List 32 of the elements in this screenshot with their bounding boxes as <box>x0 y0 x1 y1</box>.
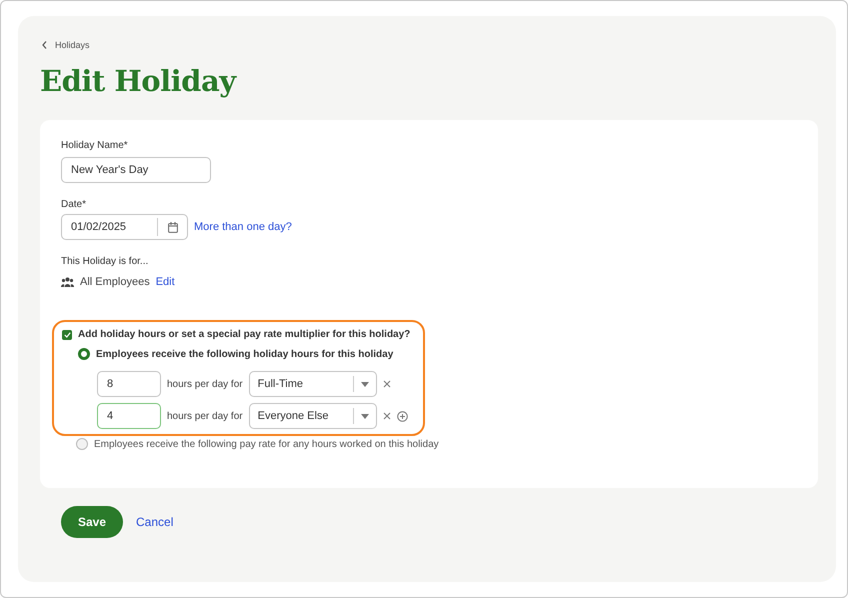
radio-button[interactable] <box>78 348 90 360</box>
remove-icon[interactable] <box>382 412 391 420</box>
field-label: This Holiday is for... <box>61 256 150 267</box>
hours-field[interactable]: 8 <box>97 371 161 397</box>
save-button[interactable]: Save <box>61 506 123 538</box>
people-icon <box>61 277 74 287</box>
radio-label: Employees receive the following holiday hours for this holiday <box>96 348 394 360</box>
group-select[interactable]: Everyone Else <box>248 403 377 429</box>
back-icon <box>42 41 47 49</box>
name-field[interactable]: New Year's Day <box>61 157 211 183</box>
caret-icon <box>360 382 369 386</box>
group-select[interactable]: Full-Time <box>248 371 377 397</box>
calendar-icon <box>168 222 178 232</box>
radio-label: Employees receive the following pay rate for any hours worked on this holiday <box>94 438 439 450</box>
caret-icon <box>360 414 369 418</box>
page-title: Edit Holiday <box>40 64 238 98</box>
audience-text: All Employees <box>80 276 150 288</box>
more-days-link[interactable]: More than one day? <box>194 221 292 233</box>
radio-button[interactable] <box>76 438 88 450</box>
field-label: Holiday Name* <box>61 140 129 151</box>
edit-link[interactable]: Edit <box>156 276 175 288</box>
back-link[interactable]: Holidays <box>42 40 818 50</box>
hours-field[interactable]: 4 <box>97 403 161 429</box>
hours-unit-text: hours per day for <box>167 378 243 390</box>
add-icon[interactable] <box>396 410 408 422</box>
field-label: Date* <box>61 199 88 210</box>
remove-icon[interactable] <box>382 380 391 388</box>
checkbox-label: Add holiday hours or set a special pay rate multiplier for this holiday? <box>78 329 410 340</box>
checkbox[interactable] <box>62 330 72 340</box>
hours-unit-text: hours per day for <box>167 410 243 422</box>
date-field[interactable]: 01/02/2025 <box>61 214 188 240</box>
cancel-link[interactable]: Cancel <box>136 515 174 529</box>
